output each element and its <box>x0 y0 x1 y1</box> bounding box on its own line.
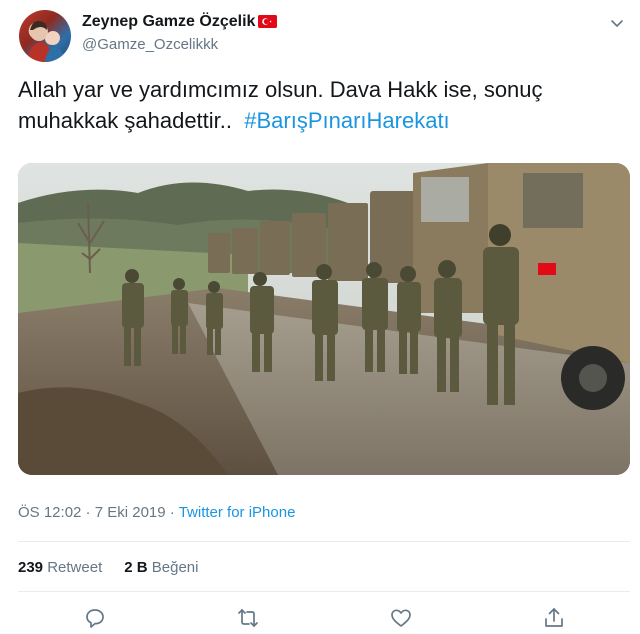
meta-separator: · <box>81 504 95 521</box>
divider-bottom <box>18 591 630 592</box>
author-display-name[interactable]: Zeynep Gamze Özçelik <box>82 13 255 31</box>
retweet-icon[interactable] <box>236 606 260 630</box>
soldiers-convoy-photo <box>18 163 630 475</box>
tweet-text: Allah yar ve yardımcımız olsun. Dava Hak… <box>18 74 618 136</box>
action-bar <box>0 604 640 634</box>
tweet-meta: ÖS 12:02 · 7 Eki 2019 · Twitter for iPho… <box>18 504 295 521</box>
retweets-stat[interactable]: 239 Retweet <box>18 559 102 576</box>
retweets-label: Retweet <box>47 559 103 576</box>
share-icon[interactable] <box>542 606 566 630</box>
author-handle[interactable]: @Gamze_Ozcelikkk <box>82 36 218 53</box>
tweet-source-link[interactable]: Twitter for iPhone <box>179 504 296 521</box>
tweet-date[interactable]: 7 Eki 2019 <box>95 504 166 521</box>
chevron-down-icon[interactable] <box>608 14 626 32</box>
hashtag-link[interactable]: #BarışPınarıHarekatı <box>244 108 449 133</box>
tweet-photo[interactable] <box>18 163 630 475</box>
likes-stat[interactable]: 2 B Beğeni <box>124 559 198 576</box>
retweets-count: 239 <box>18 559 44 576</box>
avatar-image <box>27 21 65 62</box>
turkey-flag-icon <box>258 15 277 28</box>
divider-top <box>18 541 630 542</box>
meta-separator-2: · <box>165 504 179 521</box>
like-icon[interactable] <box>389 606 413 630</box>
tweet-stats: 239 Retweet 2 B Beğeni <box>18 559 220 576</box>
likes-label: Beğeni <box>151 559 199 576</box>
reply-icon[interactable] <box>83 606 107 630</box>
likes-count: 2 B <box>124 559 148 576</box>
avatar[interactable] <box>19 10 71 62</box>
tweet-time[interactable]: ÖS 12:02 <box>18 504 81 521</box>
